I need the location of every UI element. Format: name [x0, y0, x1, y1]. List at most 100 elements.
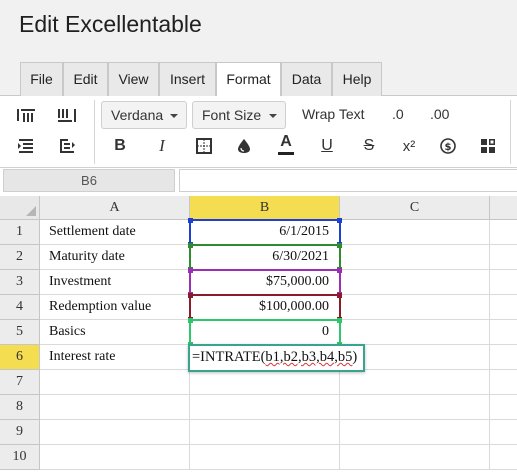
font-family-label: Verdana	[111, 107, 164, 123]
formula-input[interactable]	[179, 169, 517, 192]
cell-c2[interactable]	[340, 245, 490, 270]
cell-b3[interactable]: $75,000.00	[190, 270, 340, 295]
cell-d1[interactable]	[490, 220, 517, 245]
cell-c1[interactable]	[340, 220, 490, 245]
page-title: Edit Excellentable	[19, 11, 202, 37]
tab-format[interactable]: Format	[216, 62, 281, 97]
cell-c9[interactable]	[340, 420, 490, 445]
cell-d2[interactable]	[490, 245, 517, 270]
tab-data[interactable]: Data	[281, 62, 332, 96]
cell-c3[interactable]	[340, 270, 490, 295]
tab-file[interactable]: File	[20, 62, 63, 96]
borders-icon[interactable]	[192, 134, 216, 158]
cell-d6[interactable]	[490, 345, 517, 370]
tab-help[interactable]: Help	[332, 62, 382, 96]
cell-b7[interactable]	[190, 370, 340, 395]
cell-d7[interactable]	[490, 370, 517, 395]
toolbar-divider	[94, 100, 95, 164]
row-header[interactable]: 5	[0, 320, 40, 345]
font-color-icon[interactable]: A	[274, 132, 298, 156]
cell-a1[interactable]: Settlement date	[40, 220, 190, 245]
indent-bottom-icon[interactable]	[55, 134, 79, 158]
tab-edit[interactable]: Edit	[63, 62, 108, 96]
underline-icon[interactable]: U	[315, 134, 339, 158]
row-header[interactable]: 3	[0, 270, 40, 295]
cell-a5[interactable]: Basics	[40, 320, 190, 345]
align-bottom-icon[interactable]	[55, 104, 79, 128]
increase-decimal-button[interactable]: .00	[430, 106, 449, 122]
row-header[interactable]: 9	[0, 420, 40, 445]
cell-a3[interactable]: Investment	[40, 270, 190, 295]
cell-d8[interactable]	[490, 395, 517, 420]
tab-view[interactable]: View	[108, 62, 159, 96]
title-bar: Edit Excellentable	[0, 0, 517, 62]
cell-d5[interactable]	[490, 320, 517, 345]
align-top-icon[interactable]	[14, 104, 38, 128]
cell-a9[interactable]	[40, 420, 190, 445]
cell-a7[interactable]	[40, 370, 190, 395]
font-color-bar	[278, 151, 294, 155]
cell-c4[interactable]	[340, 295, 490, 320]
svg-text:$: $	[445, 142, 452, 153]
cell-c5[interactable]	[340, 320, 490, 345]
row-header[interactable]: 10	[0, 445, 40, 470]
select-all-corner[interactable]	[0, 196, 40, 220]
cell-a6[interactable]: Interest rate	[40, 345, 190, 370]
font-color-glyph: A	[280, 132, 292, 150]
merge-cells-icon[interactable]	[476, 134, 500, 158]
cell-b10[interactable]	[190, 445, 340, 470]
bold-icon[interactable]: B	[108, 134, 132, 158]
cell-a4[interactable]: Redemption value	[40, 295, 190, 320]
cell-a2[interactable]: Maturity date	[40, 245, 190, 270]
row-header[interactable]: 8	[0, 395, 40, 420]
cell-b9[interactable]	[190, 420, 340, 445]
cell-d4[interactable]	[490, 295, 517, 320]
chevron-down-icon	[269, 114, 277, 118]
column-header-c[interactable]: C	[340, 196, 490, 220]
cell-c10[interactable]	[340, 445, 490, 470]
currency-icon[interactable]: $	[436, 134, 460, 158]
cell-d10[interactable]	[490, 445, 517, 470]
cell-d9[interactable]	[490, 420, 517, 445]
column-header-b[interactable]: B	[190, 196, 340, 220]
cell-b1[interactable]: 6/1/2015	[190, 220, 340, 245]
superscript-icon[interactable]: x²	[397, 134, 421, 158]
cell-a8[interactable]	[40, 395, 190, 420]
toolbar-divider	[510, 100, 511, 164]
cell-b2[interactable]: 6/30/2021	[190, 245, 340, 270]
font-family-dropdown[interactable]: Verdana	[101, 101, 187, 129]
chevron-down-icon	[170, 114, 178, 118]
formula-function-text: =INTRATE(	[192, 349, 266, 365]
indent-left-icon[interactable]	[14, 134, 38, 158]
formula-arguments-text: b1,b2,b3,b4,b5	[265, 349, 353, 365]
formula-close-paren: )	[352, 349, 358, 365]
cell-c7[interactable]	[340, 370, 490, 395]
spreadsheet-grid: A B C 1 Settlement date 6/1/2015 2 Matur…	[0, 196, 517, 474]
column-header-a[interactable]: A	[40, 196, 190, 220]
column-header-d[interactable]	[490, 196, 517, 220]
cell-formula-editor[interactable]: =INTRATE(b1,b2,b3,b4,b5)	[188, 344, 365, 372]
row-header[interactable]: 7	[0, 370, 40, 395]
fill-color-icon[interactable]	[232, 134, 256, 158]
formula-bar: B6	[0, 168, 517, 194]
cell-b4[interactable]: $100,000.00	[190, 295, 340, 320]
row-header[interactable]: 2	[0, 245, 40, 270]
cell-d3[interactable]	[490, 270, 517, 295]
row-header[interactable]: 4	[0, 295, 40, 320]
font-size-dropdown[interactable]: Font Size	[192, 101, 286, 129]
font-size-label: Font Size	[202, 107, 262, 123]
strikethrough-icon[interactable]: S	[357, 134, 381, 158]
cell-b8[interactable]	[190, 395, 340, 420]
row-header[interactable]: 1	[0, 220, 40, 245]
row-header[interactable]: 6	[0, 345, 40, 370]
format-toolbar: Verdana Font Size Wrap Text .0 .00 B I A…	[0, 96, 517, 168]
cell-c8[interactable]	[340, 395, 490, 420]
cell-reference-box[interactable]: B6	[3, 169, 175, 192]
decrease-decimal-button[interactable]: .0	[392, 106, 404, 122]
tab-insert[interactable]: Insert	[159, 62, 216, 96]
wrap-text-button[interactable]: Wrap Text	[302, 106, 365, 122]
italic-icon[interactable]: I	[150, 134, 174, 158]
menu-bar: File Edit View Insert Format Data Help	[0, 62, 517, 97]
cell-a10[interactable]	[40, 445, 190, 470]
cell-b5[interactable]: 0	[190, 320, 340, 345]
